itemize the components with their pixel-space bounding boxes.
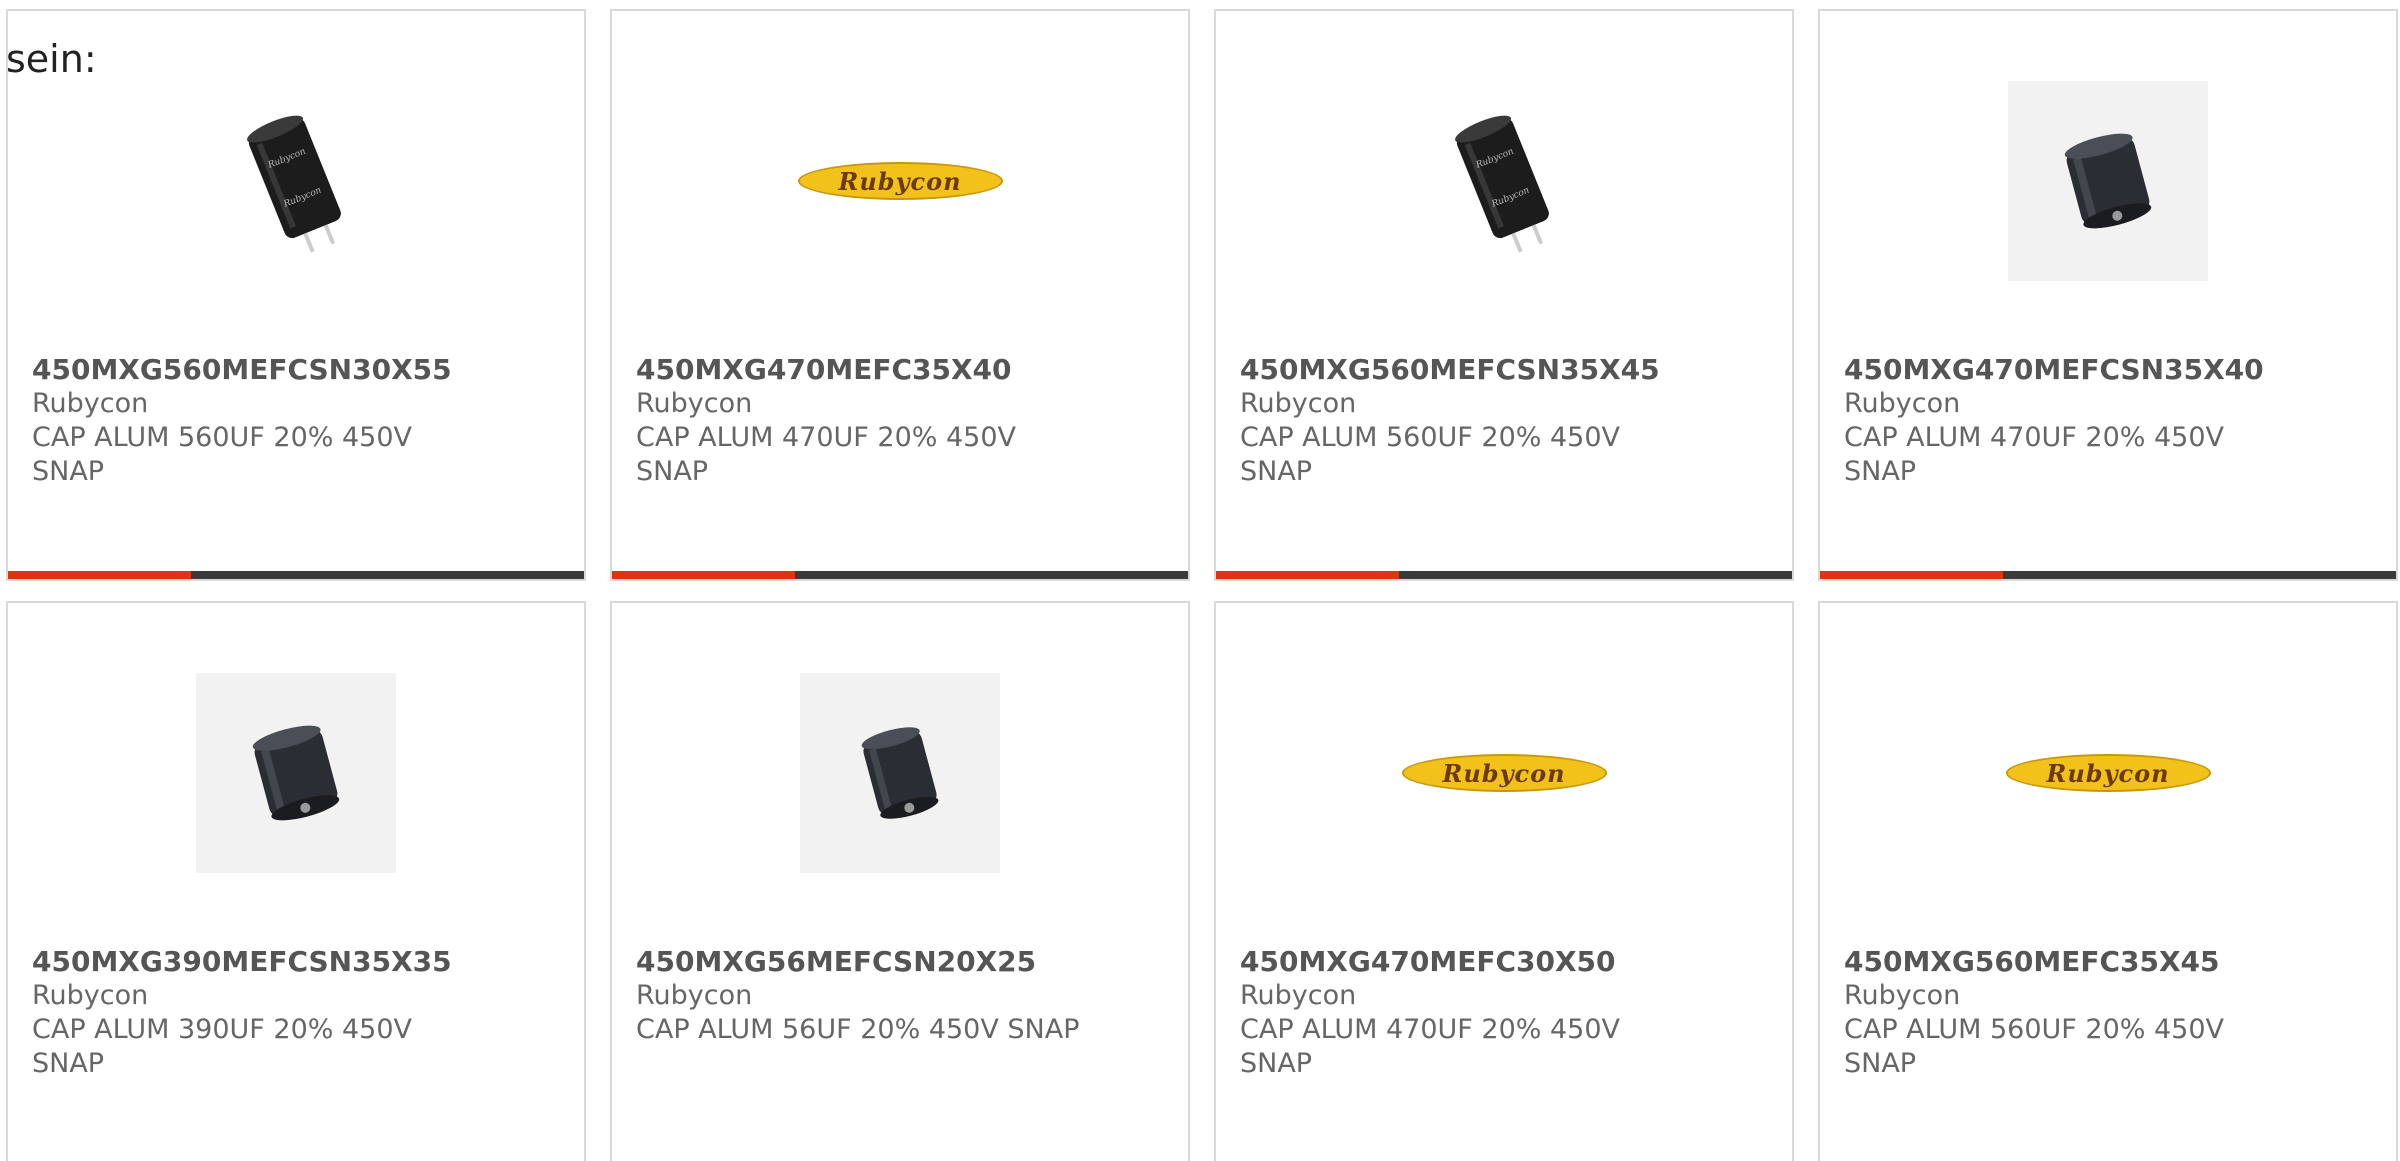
product-image[interactable]: [612, 603, 1188, 943]
rubycon-logo: Rubycon: [797, 162, 1003, 200]
card-accent-bar: [1216, 571, 1792, 579]
manufacturer: Rubycon: [1240, 388, 1357, 419]
product-card[interactable]: Rubycon 450MXG560MEFC35X45 Rubycon CAP A…: [1818, 601, 2398, 1161]
description: CAP ALUM 470UF 20% 450V SNAP: [636, 422, 1017, 487]
card-accent-bar: [8, 571, 584, 579]
description: CAP ALUM 560UF 20% 450V SNAP: [1844, 1014, 2225, 1079]
description: CAP ALUM 470UF 20% 450V SNAP: [1240, 1014, 1621, 1079]
product-image[interactable]: [8, 603, 584, 943]
product-image[interactable]: Rubycon: [612, 11, 1188, 351]
product-image[interactable]: Rubycon: [1216, 603, 1792, 943]
description: CAP ALUM 390UF 20% 450V SNAP: [32, 1014, 413, 1079]
product-card[interactable]: 450MXG470MEFCSN35X40 Rubycon CAP ALUM 47…: [1818, 9, 2398, 581]
capacitor-short-image: [800, 673, 1000, 873]
manufacturer: Rubycon: [636, 980, 753, 1011]
rubycon-logo: Rubycon: [1401, 754, 1607, 792]
manufacturer: Rubycon: [1844, 388, 1961, 419]
product-image[interactable]: Rubycon: [1820, 603, 2396, 943]
product-card[interactable]: Rubycon 450MXG470MEFC35X40 Rubycon CAP A…: [610, 9, 1190, 581]
product-card[interactable]: Rubycon Rubycon 450MXG560MEFCSN30X55 Rub…: [6, 9, 586, 581]
description: CAP ALUM 560UF 20% 450V SNAP: [1240, 422, 1621, 487]
description: CAP ALUM 560UF 20% 450V SNAP: [32, 422, 413, 487]
product-grid: Rubycon Rubycon 450MXG560MEFCSN30X55 Rub…: [6, 9, 2400, 1161]
product-listing-page: sein: Rubycon Rubycon 450MXG560MEFCSN30X…: [0, 0, 2400, 1161]
part-number[interactable]: 450MXG470MEFCSN35X40: [1844, 353, 2372, 387]
capacitor-short-image: [196, 673, 396, 873]
part-number[interactable]: 450MXG470MEFC30X50: [1240, 945, 1768, 979]
description: CAP ALUM 470UF 20% 450V SNAP: [1844, 422, 2225, 487]
product-card[interactable]: Rubycon 450MXG470MEFC30X50 Rubycon CAP A…: [1214, 601, 1794, 1161]
product-card[interactable]: 450MXG390MEFCSN35X35 Rubycon CAP ALUM 39…: [6, 601, 586, 1161]
product-image[interactable]: [1820, 11, 2396, 351]
manufacturer: Rubycon: [32, 980, 149, 1011]
product-image[interactable]: Rubycon Rubycon: [1216, 11, 1792, 351]
capacitor-tall-image: Rubycon Rubycon: [247, 115, 341, 253]
capacitor-tall-image: Rubycon Rubycon: [1455, 115, 1549, 253]
capacitor-short-image: [2008, 81, 2208, 281]
card-accent-bar: [612, 571, 1188, 579]
part-number[interactable]: 450MXG560MEFC35X45: [1844, 945, 2372, 979]
manufacturer: Rubycon: [1844, 980, 1961, 1011]
manufacturer: Rubycon: [636, 388, 753, 419]
card-accent-bar: [1820, 571, 2396, 579]
description: CAP ALUM 56UF 20% 450V SNAP: [636, 1014, 1080, 1045]
manufacturer: Rubycon: [1240, 980, 1357, 1011]
intro-text: sein:: [6, 37, 97, 81]
product-card[interactable]: 450MXG56MEFCSN20X25 Rubycon CAP ALUM 56U…: [610, 601, 1190, 1161]
manufacturer: Rubycon: [32, 388, 149, 419]
part-number[interactable]: 450MXG56MEFCSN20X25: [636, 945, 1164, 979]
part-number[interactable]: 450MXG560MEFCSN30X55: [32, 353, 560, 387]
product-card[interactable]: Rubycon Rubycon 450MXG560MEFCSN35X45 Rub…: [1214, 9, 1794, 581]
rubycon-logo: Rubycon: [2005, 754, 2211, 792]
part-number[interactable]: 450MXG470MEFC35X40: [636, 353, 1164, 387]
part-number[interactable]: 450MXG560MEFCSN35X45: [1240, 353, 1768, 387]
part-number[interactable]: 450MXG390MEFCSN35X35: [32, 945, 560, 979]
